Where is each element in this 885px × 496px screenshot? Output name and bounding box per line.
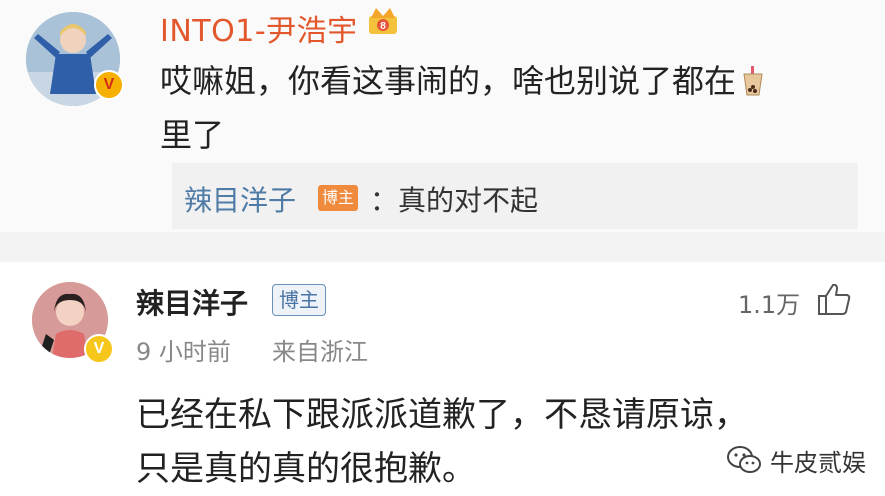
svg-text:8: 8 bbox=[380, 21, 386, 32]
location: 来自浙江 bbox=[272, 338, 368, 366]
wechat-icon bbox=[727, 446, 761, 473]
like-count: 1.1万 bbox=[738, 291, 801, 319]
reply-text: ：真的对不起 bbox=[370, 179, 538, 219]
username[interactable]: INTO1-尹浩宇 bbox=[160, 6, 358, 50]
bubble-tea-icon bbox=[743, 66, 763, 96]
verified-badge: V bbox=[94, 70, 124, 100]
reply-username[interactable]: 辣目洋子 bbox=[184, 179, 296, 219]
author-tag: 博主 bbox=[272, 284, 326, 316]
crown-icon: 8 bbox=[369, 8, 397, 34]
comment-text-line2: 里了 bbox=[160, 116, 225, 154]
comment-text-line1: 哎嘛姐，你看这事闹的，啥也别说了都在 bbox=[160, 62, 737, 100]
comment-card-second: V 辣目洋子 博主 9 小时前 来自浙江 1.1万 已经在私下跟派派道歉了，不恳… bbox=[0, 262, 885, 496]
verified-badge: V bbox=[84, 334, 114, 364]
comment-text: 哎嘛姐，你看这事闹的，啥也别说了都在 里了 bbox=[160, 54, 820, 162]
reply-body: 真的对不起 bbox=[398, 184, 539, 217]
reply-separator: ： bbox=[370, 184, 399, 217]
thumb-up-icon[interactable] bbox=[816, 282, 852, 316]
username[interactable]: 辣目洋子 bbox=[136, 282, 248, 322]
timestamp: 9 小时前 bbox=[136, 338, 231, 366]
comment-text-line2: 只是真的真的很抱歉。 bbox=[136, 449, 476, 489]
watermark: 牛皮贰娱 bbox=[726, 442, 866, 478]
author-tag: 博主 bbox=[318, 185, 359, 211]
watermark-text: 牛皮贰娱 bbox=[770, 448, 866, 477]
reply-box[interactable]: 辣目洋子 博主 ：真的对不起 bbox=[172, 163, 858, 229]
comment-text-line1: 已经在私下跟派派道歉了，不恳请原谅， bbox=[136, 395, 748, 435]
comment-card-top: V INTO1-尹浩宇 8 哎嘛姐，你看这事闹的，啥也别说了都在 里了 辣目洋子… bbox=[0, 0, 885, 232]
